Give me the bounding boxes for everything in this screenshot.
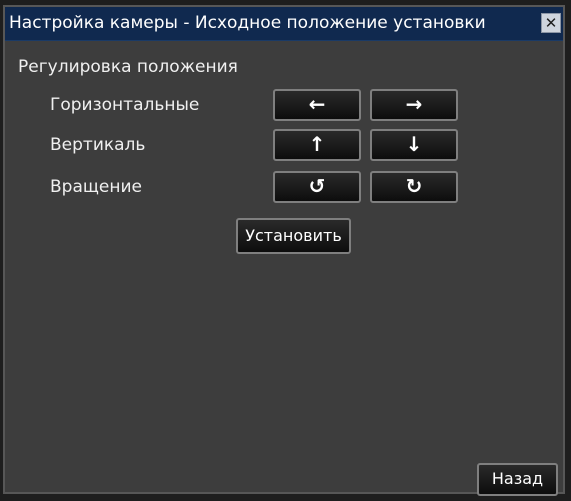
position-adjust-heading: Регулировка положения [18, 57, 238, 77]
rotate-ccw-icon: ↺ [308, 174, 326, 198]
move-down-button[interactable]: ↓ [370, 129, 458, 161]
title-bar: Настройка камеры - Исходное положение ус… [5, 7, 563, 41]
horizontal-label: Горизонтальные [50, 95, 200, 115]
move-left-button[interactable]: ← [273, 89, 361, 121]
arrow-right-icon: → [405, 92, 423, 116]
close-button[interactable]: ✕ [541, 13, 561, 33]
camera-setup-dialog: Настройка камеры - Исходное положение ус… [3, 5, 565, 496]
dialog-title: Настройка камеры - Исходное положение ус… [9, 13, 486, 33]
move-up-button[interactable]: ↑ [273, 129, 361, 161]
rotate-cw-icon: ↻ [405, 174, 423, 198]
rotation-label: Вращение [50, 177, 142, 197]
back-button[interactable]: Назад [477, 463, 558, 496]
arrow-down-icon: ↓ [405, 132, 423, 156]
move-right-button[interactable]: → [370, 89, 458, 121]
arrow-up-icon: ↑ [308, 132, 326, 156]
set-button[interactable]: Установить [236, 218, 351, 254]
arrow-left-icon: ← [308, 92, 326, 116]
vertical-label: Вертикаль [50, 135, 146, 155]
close-icon: ✕ [544, 14, 558, 32]
rotate-ccw-button[interactable]: ↺ [273, 171, 361, 203]
rotate-cw-button[interactable]: ↻ [370, 171, 458, 203]
